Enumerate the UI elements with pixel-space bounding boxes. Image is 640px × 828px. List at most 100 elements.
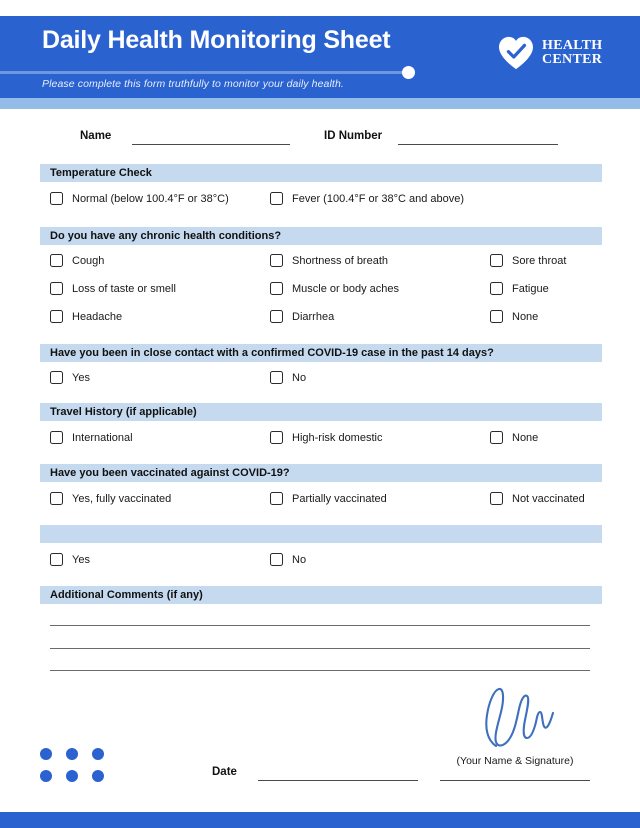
section-title: Have you been vaccinated against COVID-1… <box>50 467 290 479</box>
brand-line-1: HEALTH <box>542 38 603 53</box>
checkbox-option-sore-throat[interactable]: Sore throat <box>490 254 566 267</box>
section-header-travel-history: Travel History (if applicable) <box>40 403 602 421</box>
checkbox-icon[interactable] <box>270 254 283 267</box>
checkbox-option-partially-vaccinated[interactable]: Partially vaccinated <box>270 492 387 505</box>
checkbox-icon[interactable] <box>270 431 283 444</box>
dot-icon <box>66 770 78 782</box>
section-title: Additional Comments (if any) <box>50 589 203 601</box>
option-label: Normal (below 100.4°F or 38°C) <box>72 192 229 205</box>
identity-row: Name ID Number <box>0 126 640 150</box>
option-label: Not vaccinated <box>512 492 585 505</box>
checkbox-option-temp-normal[interactable]: Normal (below 100.4°F or 38°C) <box>50 192 229 205</box>
signature-caption: (Your Name & Signature) <box>456 755 574 767</box>
brand-logo: HEALTH CENTER <box>498 36 602 70</box>
checkbox-icon[interactable] <box>50 254 63 267</box>
option-label: None <box>512 431 539 444</box>
option-label: No <box>292 371 307 384</box>
checkbox-icon[interactable] <box>50 192 63 205</box>
section-header-vaccination: Have you been vaccinated against COVID-1… <box>40 464 602 482</box>
checkbox-icon[interactable] <box>50 553 63 566</box>
option-label: Yes <box>72 371 90 384</box>
health-form-page: Daily Health Monitoring Sheet Please com… <box>0 0 640 828</box>
dot-icon <box>40 770 52 782</box>
dot-icon <box>92 748 104 760</box>
heart-check-icon <box>498 36 534 70</box>
checkbox-option-fatigue[interactable]: Fatigue <box>490 282 549 295</box>
checkbox-option-travel-high-risk-domestic[interactable]: High-risk domestic <box>270 431 382 444</box>
brand-line-2: CENTER <box>542 52 603 67</box>
option-label: High-risk domestic <box>292 431 383 444</box>
option-label: International <box>72 431 133 444</box>
comment-line-3[interactable] <box>50 670 590 672</box>
checkbox-option-blank-no[interactable]: No <box>270 553 306 566</box>
name-input[interactable] <box>132 144 290 145</box>
id-number-label: ID Number <box>324 130 383 142</box>
checkbox-icon[interactable] <box>270 282 283 295</box>
dot-icon <box>66 748 78 760</box>
section-header-blank <box>40 525 602 543</box>
checkbox-icon[interactable] <box>490 310 503 323</box>
checkbox-icon[interactable] <box>490 254 503 267</box>
checkbox-icon[interactable] <box>270 310 283 323</box>
page-title: Daily Health Monitoring Sheet <box>42 26 391 54</box>
checkbox-icon[interactable] <box>270 492 283 505</box>
footer-bar <box>0 812 640 828</box>
checkbox-option-shortness-of-breath[interactable]: Shortness of breath <box>270 254 388 267</box>
section-header-chronic-conditions: Do you have any chronic health condition… <box>40 227 602 245</box>
checkbox-option-headache[interactable]: Headache <box>50 310 122 323</box>
checkbox-option-diarrhea[interactable]: Diarrhea <box>270 310 334 323</box>
checkbox-option-muscle-or-body-aches[interactable]: Muscle or body aches <box>270 282 399 295</box>
brand-name: HEALTH CENTER <box>542 39 602 67</box>
checkbox-icon[interactable] <box>50 492 63 505</box>
checkbox-icon[interactable] <box>50 310 63 323</box>
checkbox-option-cough[interactable]: Cough <box>50 254 104 267</box>
option-label: Sore throat <box>512 254 567 267</box>
checkbox-option-travel-international[interactable]: International <box>50 431 133 444</box>
date-input[interactable] <box>258 780 418 781</box>
option-label: No <box>292 553 307 566</box>
option-label: Partially vaccinated <box>292 492 387 505</box>
checkbox-option-fully-vaccinated[interactable]: Yes, fully vaccinated <box>50 492 171 505</box>
header-subtitle: Please complete this form truthfully to … <box>42 78 344 90</box>
checkbox-option-blank-yes[interactable]: Yes <box>50 553 90 566</box>
option-label: Muscle or body aches <box>292 282 399 295</box>
checkbox-icon[interactable] <box>50 431 63 444</box>
id-number-input[interactable] <box>398 144 558 145</box>
option-label: Headache <box>72 310 123 323</box>
form-header: Daily Health Monitoring Sheet Please com… <box>0 16 640 98</box>
comment-line-2[interactable] <box>50 648 590 650</box>
header-divider-line <box>0 71 410 74</box>
section-header-temperature: Temperature Check <box>40 164 602 182</box>
header-accent-strip <box>0 98 640 109</box>
checkbox-option-none-conditions[interactable]: None <box>490 310 538 323</box>
checkbox-option-travel-none[interactable]: None <box>490 431 538 444</box>
option-label: Cough <box>72 254 105 267</box>
dot-icon <box>40 748 52 760</box>
signature-input[interactable] <box>440 780 590 781</box>
checkbox-option-close-contact-yes[interactable]: Yes <box>50 371 90 384</box>
section-title: Temperature Check <box>50 167 152 179</box>
dot-icon <box>92 770 104 782</box>
checkbox-icon[interactable] <box>50 282 63 295</box>
checkbox-icon[interactable] <box>490 282 503 295</box>
option-label: Diarrhea <box>292 310 335 323</box>
checkbox-option-loss-of-taste-or-smell[interactable]: Loss of taste or smell <box>50 282 176 295</box>
option-label: Yes, fully vaccinated <box>72 492 172 505</box>
option-label: Shortness of breath <box>292 254 389 267</box>
checkbox-icon[interactable] <box>270 192 283 205</box>
checkbox-option-close-contact-no[interactable]: No <box>270 371 306 384</box>
section-title: Do you have any chronic health condition… <box>50 230 282 242</box>
comment-line-1[interactable] <box>50 625 590 627</box>
checkbox-icon[interactable] <box>490 431 503 444</box>
checkbox-icon[interactable] <box>270 371 283 384</box>
checkbox-option-not-vaccinated[interactable]: Not vaccinated <box>490 492 585 505</box>
section-header-additional-comments: Additional Comments (if any) <box>40 586 602 604</box>
checkbox-icon[interactable] <box>50 371 63 384</box>
option-label: None <box>512 310 539 323</box>
checkbox-option-temp-fever[interactable]: Fever (100.4°F or 38°C and above) <box>270 192 464 205</box>
option-label: Yes <box>72 553 90 566</box>
checkbox-icon[interactable] <box>270 553 283 566</box>
section-title: Travel History (if applicable) <box>50 406 197 418</box>
checkbox-icon[interactable] <box>490 492 503 505</box>
header-divider-dot <box>402 66 415 79</box>
